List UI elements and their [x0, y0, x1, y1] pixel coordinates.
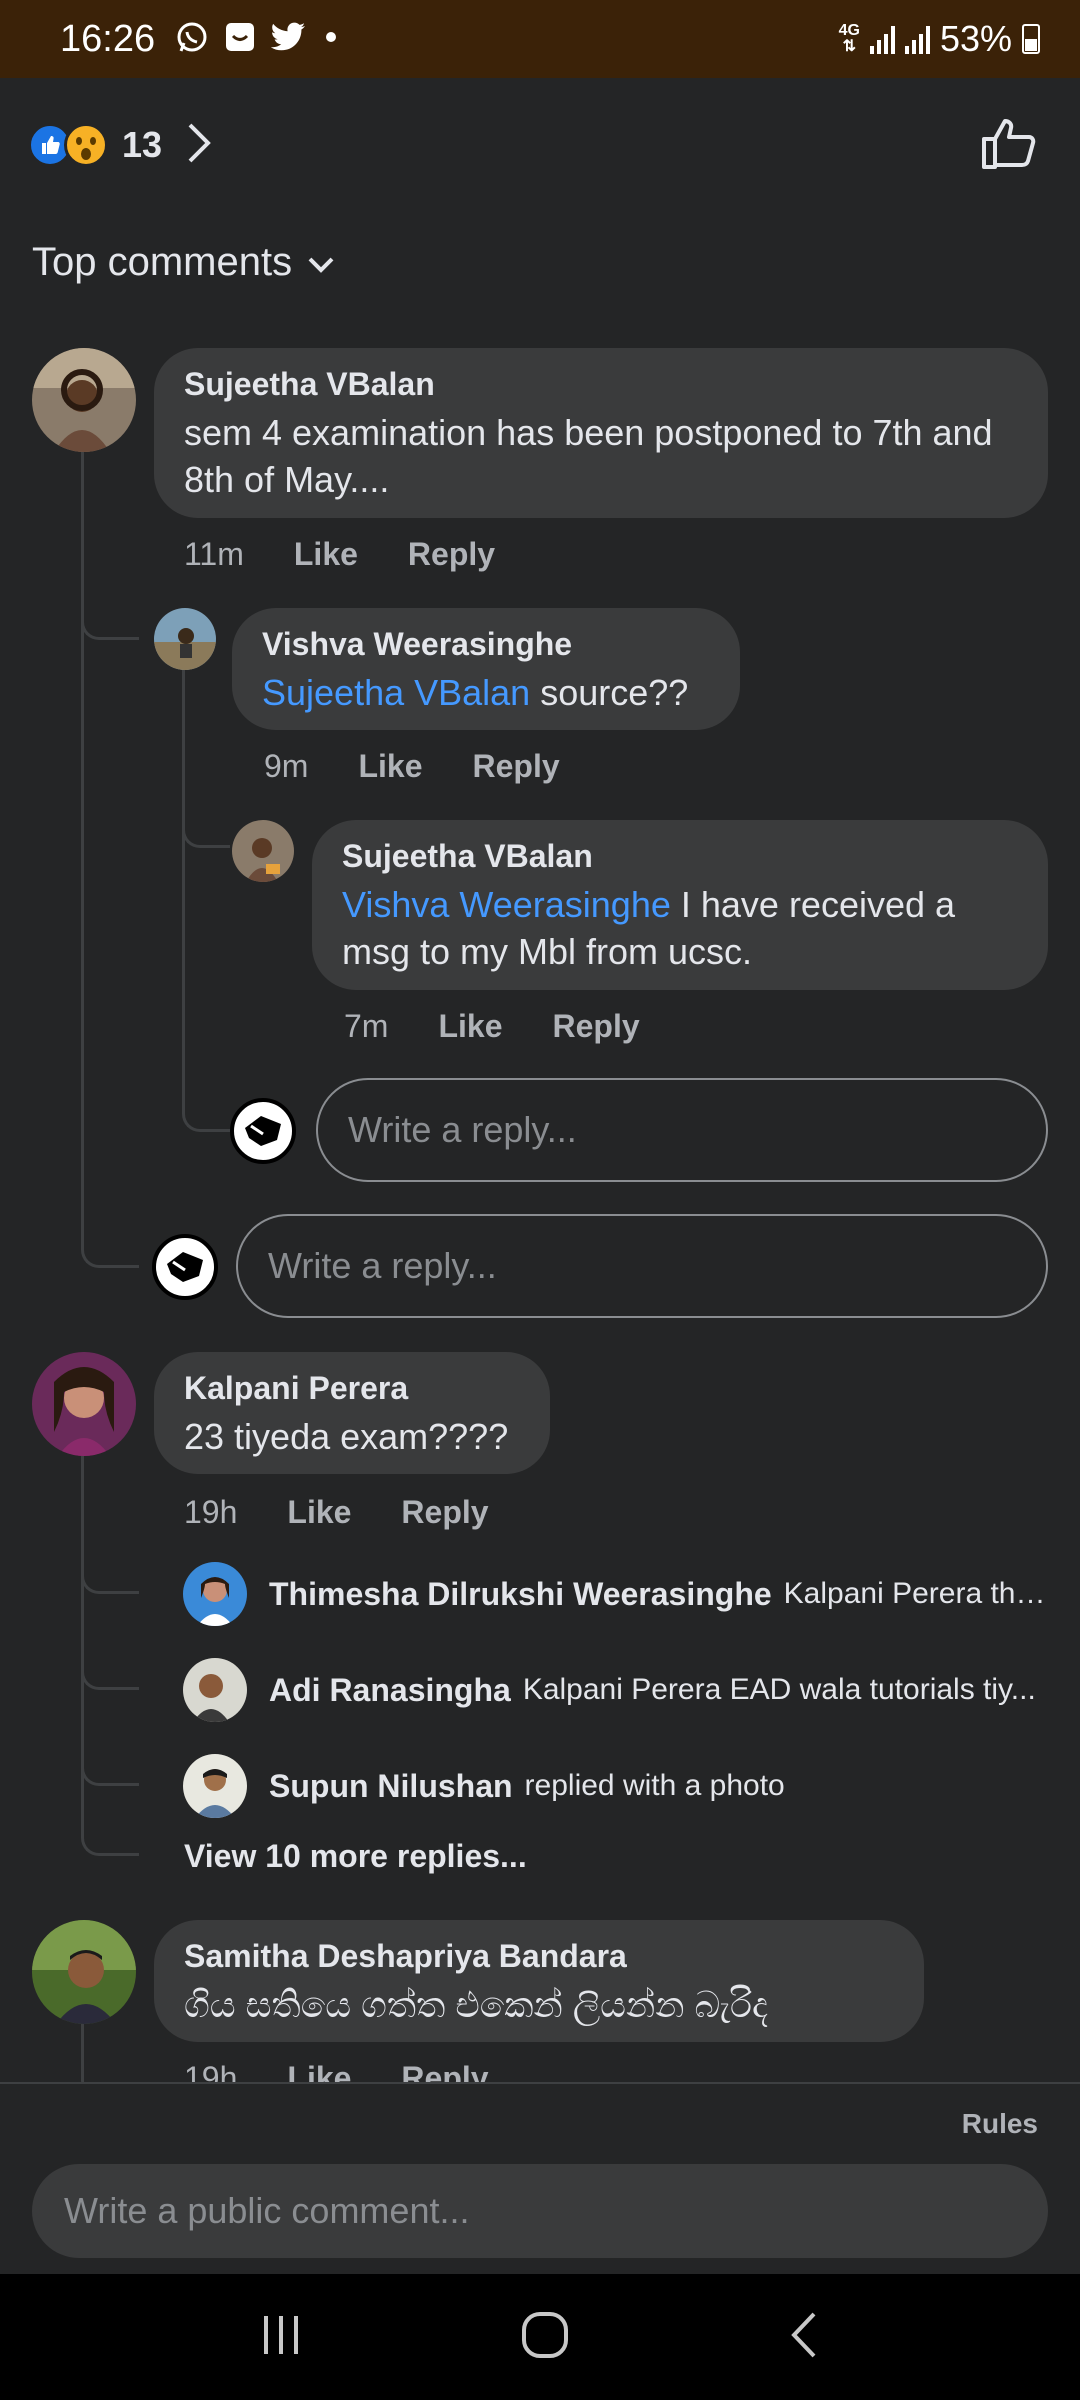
wow-reaction-icon	[64, 123, 108, 167]
user-avatar	[152, 1234, 218, 1300]
avatar	[183, 1562, 247, 1626]
comment-text: 23 tiyeda exam????	[184, 1416, 509, 1457]
comment-text: Vishva Weerasinghe I have received a msg…	[342, 884, 956, 972]
comment-text: sem 4 examination has been postponed to …	[184, 412, 993, 500]
navigation-bar	[0, 2274, 1080, 2400]
mention-link[interactable]: Vishva Weerasinghe	[342, 884, 671, 925]
comment-time: 9m	[264, 748, 309, 784]
comment-author[interactable]: Sujeetha VBalan	[342, 838, 1018, 875]
comment-bubble[interactable]: Kalpani Perera 23 tiyeda exam????	[154, 1352, 550, 1474]
reply-author: Adi Ranasingha	[269, 1671, 511, 1708]
sort-label: Top comments	[32, 240, 293, 284]
like-button[interactable]: Like	[294, 536, 358, 573]
comment-author[interactable]: Kalpani Perera	[184, 1370, 520, 1407]
avatar	[183, 1658, 247, 1722]
comment-text: Sujeetha VBalan source??	[262, 672, 689, 713]
reply-text: replied with a photo	[524, 1769, 785, 1802]
dot-icon	[321, 27, 341, 52]
reply-button[interactable]: Reply	[408, 536, 495, 573]
comment-bubble[interactable]: Vishva Weerasinghe Sujeetha VBalan sourc…	[232, 608, 740, 730]
reply-text: Kalpani Perera EAD wala tutorials tiy...	[522, 1673, 1036, 1706]
mention-link[interactable]: Sujeetha VBalan	[262, 672, 530, 713]
thread-line	[81, 1408, 139, 1856]
reply-author: Supun Nilushan	[269, 1767, 513, 1804]
comment-time: 11m	[184, 536, 244, 572]
reply-preview[interactable]: Supun Nilushan replied with a photo	[183, 1754, 1050, 1818]
avatar[interactable]	[32, 1352, 136, 1456]
comment-bubble[interactable]: Sujeetha VBalan sem 4 examination has be…	[154, 348, 1048, 518]
thread-line	[81, 2024, 84, 2084]
rules-link[interactable]: Rules	[962, 2108, 1038, 2140]
avatar[interactable]	[32, 348, 136, 452]
reaction-count: 13	[122, 124, 163, 165]
home-icon[interactable]	[520, 2310, 570, 2365]
user-avatar	[230, 1098, 296, 1164]
like-button[interactable]: Like	[438, 1008, 502, 1045]
reply-button[interactable]: Reply	[401, 1494, 488, 1531]
avatar	[183, 1754, 247, 1818]
network-type: 4G ⇅	[838, 22, 860, 55]
whatsapp-icon	[175, 20, 209, 59]
avatar[interactable]	[32, 1920, 136, 2024]
reply-input[interactable]: Write a reply...	[236, 1214, 1048, 1318]
signal-icon	[869, 24, 895, 54]
chevron-right-icon[interactable]	[184, 121, 214, 170]
divider	[0, 2082, 1080, 2084]
inbox-icon	[223, 20, 257, 59]
twitter-icon	[270, 21, 307, 58]
reply-button[interactable]: Reply	[552, 1008, 639, 1045]
reply-placeholder: Write a reply...	[268, 1245, 497, 1286]
reply-text: Kalpani Perera thiy...	[783, 1577, 1050, 1610]
comment-author[interactable]: Vishva Weerasinghe	[262, 626, 710, 663]
signal-icon	[904, 24, 930, 54]
thread-line	[182, 668, 230, 1132]
reply-placeholder: Write a reply...	[348, 1109, 577, 1150]
reply-author: Thimesha Dilrukshi Weerasinghe	[269, 1575, 772, 1612]
like-post-button[interactable]	[980, 115, 1040, 176]
thread-line	[81, 450, 139, 1268]
view-more-replies-button[interactable]: View 10 more replies...	[184, 1838, 527, 1875]
comment-actions: 7m Like Reply	[344, 1008, 640, 1045]
sort-comments-dropdown[interactable]: Top comments	[32, 240, 336, 285]
comment-actions: 9m Like Reply	[264, 748, 560, 785]
comment-actions: 11m Like Reply	[184, 536, 495, 573]
battery-percent: 53%	[939, 18, 1012, 59]
public-comment-placeholder: Write a public comment...	[64, 2190, 470, 2231]
status-bar: 16:26 4G ⇅ 53%	[0, 0, 1080, 78]
reply-preview[interactable]: Adi Ranasingha Kalpani Perera EAD wala t…	[183, 1658, 1050, 1722]
comment-time: 19h	[184, 1494, 238, 1530]
status-time: 16:26	[60, 17, 156, 60]
comment-time: 7m	[344, 1008, 389, 1044]
public-comment-input[interactable]: Write a public comment...	[32, 2164, 1048, 2258]
reply-button[interactable]: Reply	[472, 748, 559, 785]
comment-bubble[interactable]: Samitha Deshapriya Bandara ගිය සතියෙ ගත්…	[154, 1920, 924, 2042]
avatar[interactable]	[232, 820, 294, 882]
comment-author[interactable]: Sujeetha VBalan	[184, 366, 1018, 403]
comment-actions: 19h Like Reply	[184, 1494, 489, 1531]
reply-preview[interactable]: Thimesha Dilrukshi Weerasinghe Kalpani P…	[183, 1562, 1050, 1626]
recents-icon[interactable]	[258, 2312, 304, 2363]
comment-text: ගිය සතියෙ ගත්ත එකෙන් ලියන්න බැරිද	[184, 1984, 769, 2025]
comment-author[interactable]: Samitha Deshapriya Bandara	[184, 1938, 894, 1975]
chevron-down-icon	[306, 240, 336, 285]
like-button[interactable]: Like	[287, 1494, 351, 1531]
avatar[interactable]	[154, 608, 216, 670]
back-icon[interactable]	[786, 2310, 822, 2365]
like-button[interactable]: Like	[358, 748, 422, 785]
comment-bubble[interactable]: Sujeetha VBalan Vishva Weerasinghe I hav…	[312, 820, 1048, 990]
battery-icon	[1022, 24, 1040, 54]
reply-input[interactable]: Write a reply...	[316, 1078, 1048, 1182]
reactions-summary[interactable]: 13	[28, 110, 1040, 180]
